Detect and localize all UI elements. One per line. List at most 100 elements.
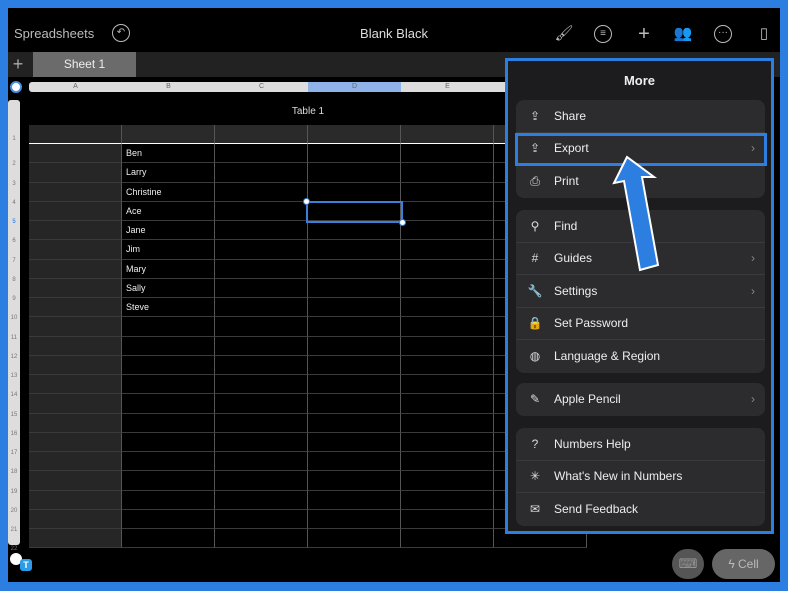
column-header-c[interactable]: C [215,82,308,92]
row-header[interactable]: 18 [8,469,20,475]
row-header[interactable]: 3 [8,181,20,187]
menu-item-set-password[interactable]: 🔒 Set Password [516,308,765,340]
table-cell[interactable] [308,298,401,318]
table-cell[interactable] [308,355,401,375]
table-cell[interactable] [401,221,494,241]
row-header[interactable]: 4 [8,200,20,206]
add-icon[interactable]: + [633,23,655,45]
table-cell[interactable] [29,490,122,510]
table-cell[interactable] [308,509,401,529]
table-cell[interactable] [308,221,401,241]
row-header[interactable]: 11 [8,335,20,341]
table-cell[interactable] [215,336,308,356]
table-cell[interactable] [308,259,401,279]
table-cell[interactable] [122,509,215,529]
table-cell[interactable] [29,432,122,452]
table-cell[interactable] [401,182,494,202]
row-header[interactable]: 21 [8,527,20,533]
collaborate-icon[interactable]: 👥 [672,23,694,45]
table-cell[interactable] [215,394,308,414]
row-header[interactable]: 15 [8,412,20,418]
row-header[interactable]: 20 [8,508,20,514]
table-cell[interactable] [122,413,215,433]
table-cell[interactable] [29,355,122,375]
row-header[interactable]: 10 [8,315,20,321]
table-cell[interactable] [308,471,401,491]
format-brush-icon[interactable]: 🖌 [553,23,575,45]
column-header-a[interactable]: A [29,82,122,92]
table-cell[interactable] [29,394,122,414]
row-header[interactable]: 14 [8,392,20,398]
table-cell[interactable]: Ben [122,144,215,164]
table-cell[interactable] [401,375,494,395]
table-cell[interactable] [401,452,494,472]
table-cell[interactable] [401,278,494,298]
table-cell[interactable] [308,336,401,356]
menu-item-settings[interactable]: 🔧 Settings › [516,275,765,308]
table-cell[interactable] [401,490,494,510]
table-cell[interactable] [401,317,494,337]
table-cell[interactable] [215,413,308,433]
table-cell[interactable] [29,259,122,279]
table-cell[interactable] [29,375,122,395]
filter-icon[interactable]: ≡ [594,25,612,43]
table-cell[interactable] [215,317,308,337]
menu-item-what-s-new-in-numbers[interactable]: ✳ What's New in Numbers [516,461,765,493]
table-cell[interactable] [215,240,308,260]
keyboard-button[interactable]: ⌨ [672,549,704,579]
selected-cell[interactable] [303,198,406,226]
table-cell[interactable] [401,240,494,260]
menu-item-share[interactable]: ⇪ Share [516,100,765,133]
selection-handle[interactable] [303,198,310,205]
table-cell[interactable] [215,529,308,549]
table-cell[interactable] [215,201,308,221]
row-header[interactable]: 17 [8,450,20,456]
table-cell[interactable] [215,259,308,279]
row-header[interactable]: 1 [8,136,20,142]
table-cell[interactable] [308,375,401,395]
table-cell[interactable] [29,201,122,221]
table-cell[interactable] [29,182,122,202]
table-cell[interactable] [122,471,215,491]
table-cell[interactable] [29,452,122,472]
add-sheet-button[interactable]: + [8,52,28,77]
table-cell[interactable] [215,355,308,375]
table-cell[interactable]: Ace [122,201,215,221]
table-cell[interactable]: Christine [122,182,215,202]
tab-sheet-1[interactable]: Sheet 1 [33,52,136,77]
row-header[interactable]: 2 [8,161,20,167]
spreadsheets-back-button[interactable]: Spreadsheets [14,26,94,41]
select-all-handle[interactable] [10,81,22,93]
table-cell[interactable] [29,317,122,337]
header-row-cell[interactable] [122,125,215,144]
table-cell[interactable] [122,317,215,337]
table-cell[interactable] [215,221,308,241]
table-cell[interactable] [401,298,494,318]
column-header-b[interactable]: B [122,82,215,92]
row-header[interactable]: 5 [8,219,20,225]
row-header[interactable]: 12 [8,354,20,360]
menu-item-send-feedback[interactable]: ✉ Send Feedback [516,493,765,526]
undo-icon[interactable]: ↶ [112,24,130,42]
cell-button[interactable]: ϟ Cell [712,549,775,579]
table-cell[interactable] [308,432,401,452]
table-cell[interactable] [122,355,215,375]
table-cell[interactable] [29,529,122,549]
table-cell[interactable] [122,452,215,472]
column-header-e[interactable]: E [401,82,494,92]
table-cell[interactable] [308,163,401,183]
menu-item-apple-pencil[interactable]: ✎ Apple Pencil › [516,383,765,416]
document-setup-icon[interactable]: ▯ [753,23,775,45]
table-cell[interactable] [29,298,122,318]
table-cell[interactable]: Jane [122,221,215,241]
row-header[interactable]: 8 [8,277,20,283]
table-cell[interactable] [215,182,308,202]
table-cell[interactable] [215,375,308,395]
table-cell[interactable] [29,471,122,491]
table-cell[interactable] [215,471,308,491]
table-cell[interactable] [215,278,308,298]
table-cell[interactable] [215,452,308,472]
row-header[interactable]: 22 [8,546,20,552]
table-cell[interactable] [215,144,308,164]
header-row-cell[interactable] [308,125,401,144]
